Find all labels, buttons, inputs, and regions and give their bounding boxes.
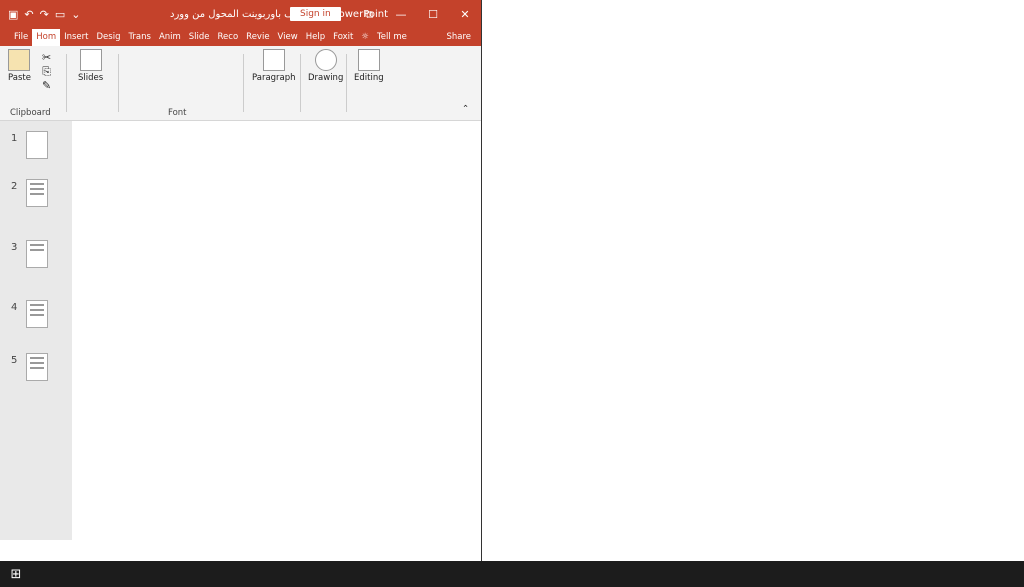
- share-button[interactable]: Share: [442, 29, 481, 46]
- ribbon-separator: [243, 54, 244, 112]
- windows-start-button[interactable]: ⊞: [0, 561, 32, 587]
- paragraph-label: Paragraph: [252, 73, 296, 83]
- shapes-icon: [314, 49, 337, 71]
- tab-insert[interactable]: Insert: [60, 29, 92, 46]
- thumb-number: 3: [11, 242, 18, 253]
- search-icon: [357, 49, 380, 71]
- taskbar: ⊞: [0, 561, 1024, 587]
- paragraph-icon: [262, 49, 285, 71]
- tab-file[interactable]: File: [10, 29, 32, 46]
- ribbon-display-icon[interactable]: ⧉: [353, 0, 385, 29]
- start-slideshow-icon[interactable]: ▭: [55, 9, 65, 20]
- close-button[interactable]: ✕: [449, 0, 481, 29]
- maximize-button[interactable]: ☐: [417, 0, 449, 29]
- window-divider: [481, 0, 482, 561]
- tell-me-box[interactable]: Tell me: [373, 29, 411, 46]
- thumb-number: 1: [11, 133, 18, 144]
- drawing-label: Drawing: [308, 73, 344, 83]
- slides-icon: [79, 49, 102, 71]
- tab-home[interactable]: Hom: [32, 29, 61, 46]
- slide-thumbnail[interactable]: [26, 353, 48, 381]
- collapse-ribbon-icon[interactable]: ⌃: [462, 104, 469, 114]
- slide-thumbnails-pane[interactable]: 1 2 3 4 5 6: [0, 121, 72, 540]
- clipboard-icon: [8, 49, 31, 71]
- tab-record[interactable]: Reco: [214, 29, 243, 46]
- editing-label: Editing: [354, 73, 384, 83]
- clipboard-group-label: Clipboard: [10, 108, 51, 118]
- cut-copy-format[interactable]: ✂ ⎘ ✎: [42, 51, 51, 93]
- ribbon-separator: [300, 54, 301, 112]
- cut-icon[interactable]: ✂: [42, 51, 51, 65]
- ppt-signin-button[interactable]: Sign in: [290, 7, 341, 21]
- thumb-number: 2: [11, 181, 18, 192]
- ribbon-separator: [346, 54, 347, 112]
- ppt-ribbon-tabs: File Hom Insert Desig Trans Anim Slide R…: [0, 29, 481, 46]
- tab-foxit[interactable]: Foxit: [329, 29, 357, 46]
- copy-icon[interactable]: ⎘: [42, 65, 51, 79]
- editing-button[interactable]: Editing: [354, 49, 384, 83]
- paste-label: Paste: [8, 73, 31, 83]
- undo-icon[interactable]: ↶: [24, 9, 33, 20]
- tab-transitions[interactable]: Trans: [124, 29, 154, 46]
- slide-thumbnail[interactable]: [26, 240, 48, 268]
- tab-review[interactable]: Revie: [242, 29, 273, 46]
- font-group-label: Font: [168, 108, 187, 118]
- thumb-number: 4: [11, 302, 18, 313]
- customize-qat-icon[interactable]: ⌄: [71, 9, 80, 20]
- lightbulb-icon: ☼: [361, 32, 369, 42]
- tab-design[interactable]: Desig: [93, 29, 125, 46]
- paste-button[interactable]: Paste: [8, 49, 31, 83]
- slide-thumbnail[interactable]: [26, 179, 48, 207]
- thumb-number: 5: [11, 355, 18, 366]
- tab-slideshow[interactable]: Slide: [185, 29, 214, 46]
- ppt-ribbon: Paste ✂ ⎘ ✎ Clipboard Slides Font Paragr…: [0, 46, 481, 121]
- format-painter-icon[interactable]: ✎: [42, 79, 51, 93]
- paragraph-button[interactable]: Paragraph: [252, 49, 296, 83]
- slide-thumbnail[interactable]: [26, 131, 48, 159]
- tab-animations[interactable]: Anim: [155, 29, 185, 46]
- redo-icon[interactable]: ↷: [40, 9, 49, 20]
- ribbon-separator: [118, 54, 119, 112]
- ribbon-separator: [66, 54, 67, 112]
- powerpoint-window: ▣ ↶ ↷ ▭ ⌄ ملف باوربوينت المحول من وورد.p…: [0, 0, 481, 561]
- minimize-button[interactable]: —: [385, 0, 417, 29]
- new-slide-button[interactable]: Slides: [78, 49, 103, 83]
- tab-help[interactable]: Help: [302, 29, 329, 46]
- drawing-button[interactable]: Drawing: [308, 49, 343, 83]
- save-icon[interactable]: ▣: [8, 9, 18, 20]
- slide-thumbnail[interactable]: [26, 300, 48, 328]
- tab-view[interactable]: View: [274, 29, 302, 46]
- ppt-titlebar: ▣ ↶ ↷ ▭ ⌄ ملف باوربوينت المحول من وورد.p…: [0, 0, 481, 29]
- slides-label: Slides: [78, 73, 104, 83]
